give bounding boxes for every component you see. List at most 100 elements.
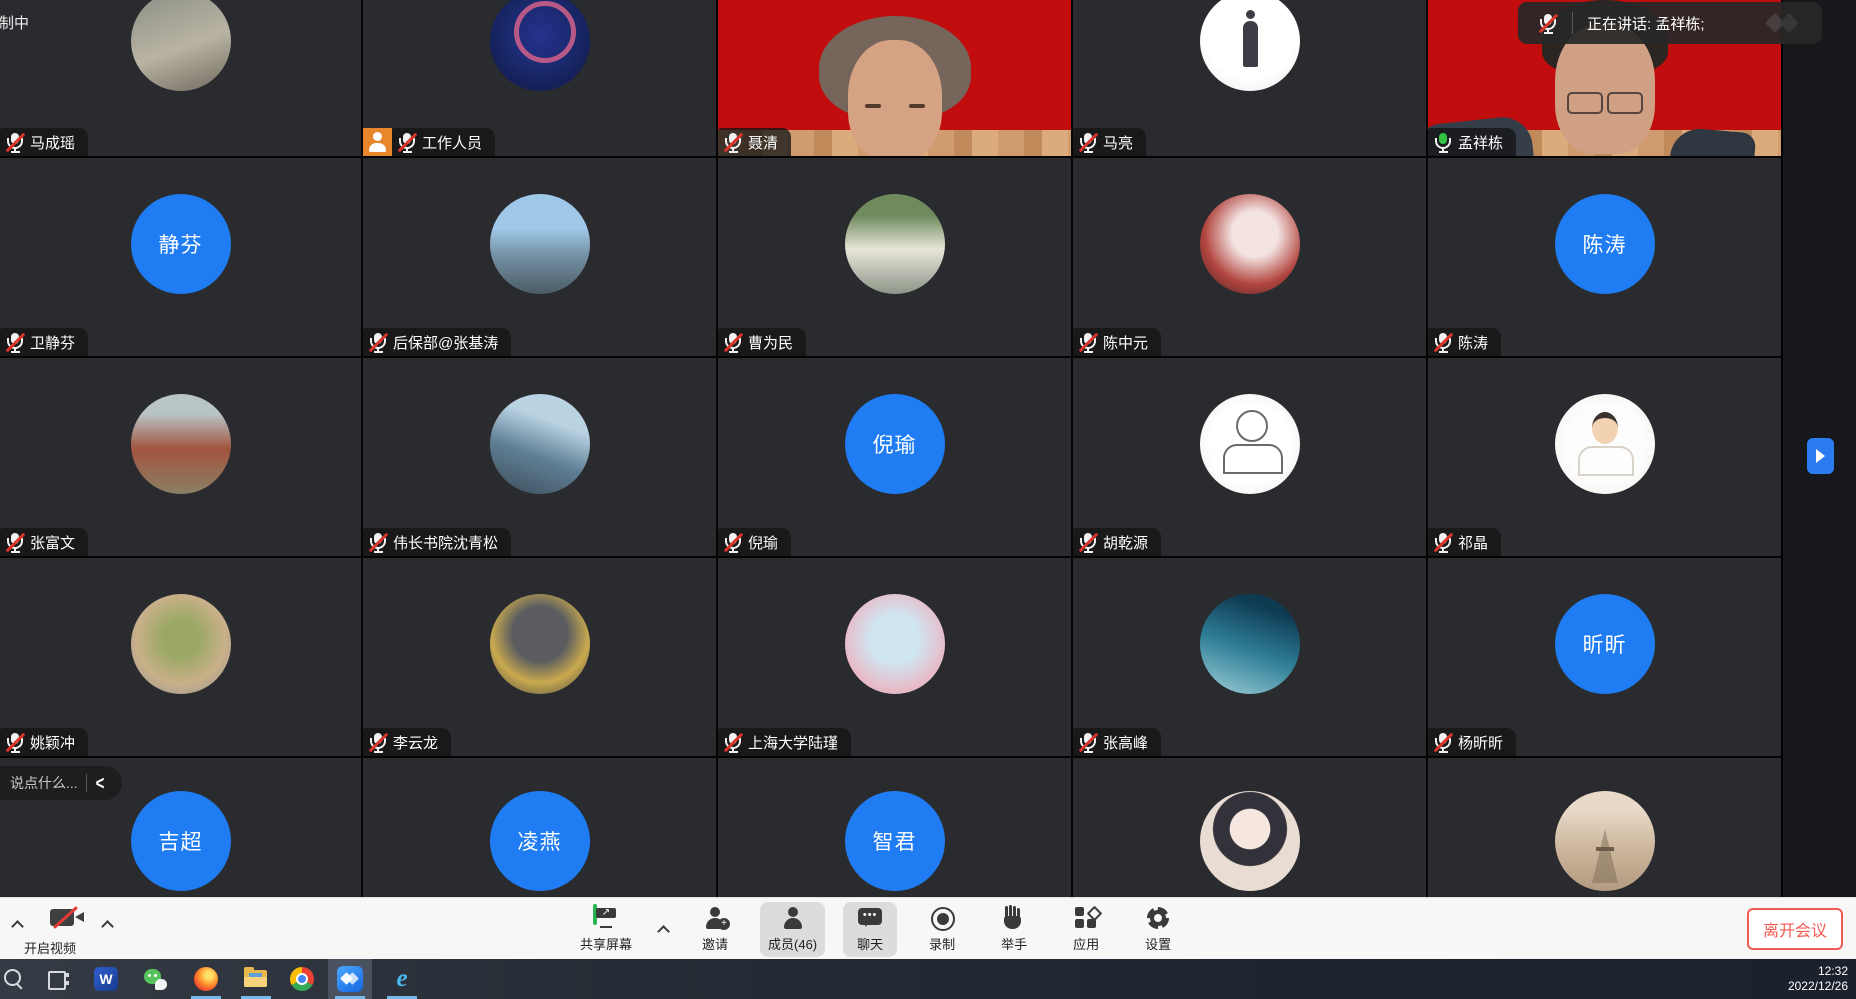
participant-label: 伟长书院沈青松 [363, 528, 511, 556]
participant-label: 后保部@张基涛 [363, 328, 511, 356]
divider [86, 774, 87, 792]
participant-avatar: 凌燕 [490, 791, 590, 891]
participant-tile-陈涛[interactable]: 陈涛 陈涛 [1428, 158, 1781, 356]
participant-tile-后保部@张基涛[interactable]: 后保部@张基涛 [363, 158, 716, 356]
share-button[interactable]: ↗ 共享屏幕 [572, 902, 640, 957]
mic-options-caret-icon[interactable] [12, 918, 24, 930]
participant-tile-聂清[interactable]: 聂清 [718, 0, 1071, 156]
participant-name: 孟祥栋 [1458, 132, 1503, 153]
participant-tile[interactable] [1073, 758, 1426, 897]
name-pill: 陈涛 [1428, 328, 1501, 356]
avatar-initials: 静芬 [159, 229, 203, 259]
name-pill: 胡乾源 [1073, 528, 1161, 556]
participant-tile-张富文[interactable]: 张富文 [0, 358, 361, 556]
participant-tile-卫静芬[interactable]: 静芬 卫静芬 [0, 158, 361, 356]
chat-button[interactable]: ••• 聊天 [843, 902, 897, 957]
participant-avatar [490, 594, 590, 694]
name-pill: 马亮 [1073, 128, 1146, 156]
taskbar-wechat-icon[interactable] [134, 959, 178, 999]
chat-icon: ••• [858, 908, 882, 925]
leave-meeting-button[interactable]: 离开会议 [1747, 908, 1843, 950]
participant-tile-倪瑜[interactable]: 倪瑜 倪瑜 [718, 358, 1071, 556]
participant-tile-姚颖冲[interactable]: 姚颖冲 [0, 558, 361, 756]
share-caret-icon[interactable] [658, 923, 670, 935]
participant-name: 上海大学陆瑾 [748, 732, 838, 753]
participant-avatar [131, 594, 231, 694]
participant-name: 张富文 [30, 532, 75, 553]
system-clock[interactable]: 12:32 2022/12/26 [1788, 964, 1848, 994]
mic-muted-icon [1540, 13, 1556, 34]
participant-tile-曹为民[interactable]: 曹为民 [718, 158, 1071, 356]
participant-avatar [1200, 594, 1300, 694]
taskbar-file-explorer-icon[interactable] [234, 959, 278, 999]
participant-tile-马成瑶[interactable]: 马成瑶 [0, 0, 361, 156]
mic-muted-icon [1080, 532, 1096, 553]
taskbar-chrome-icon[interactable] [280, 959, 324, 999]
avatar-photo-detail [1592, 829, 1618, 883]
mic-muted-icon [370, 732, 386, 753]
participant-avatar: 吉超 [131, 791, 231, 891]
invite-button[interactable]: + 邀请 [688, 902, 742, 957]
start-video-button[interactable] [50, 906, 86, 932]
camera-lens-icon [75, 912, 84, 922]
chat-collapse-button[interactable]: < [96, 772, 105, 794]
record-button[interactable]: 录制 [915, 902, 969, 957]
participant-tile[interactable] [1428, 758, 1781, 897]
participant-tile-胡乾源[interactable]: 胡乾源 [1073, 358, 1426, 556]
participant-tile-上海大学陆瑾[interactable]: 上海大学陆瑾 [718, 558, 1071, 756]
taskbar-firefox-icon[interactable] [184, 959, 228, 999]
mic-muted-icon [725, 532, 741, 553]
participant-name: 祁晶 [1458, 532, 1488, 553]
avatar-initials: 陈涛 [1583, 229, 1627, 259]
tray-time: 12:32 [1788, 964, 1848, 979]
members-button[interactable]: 成员(46) [760, 902, 825, 957]
participant-label: 倪瑜 [718, 528, 791, 556]
participant-tile[interactable]: 凌燕 [363, 758, 716, 897]
start-video-label[interactable]: 开启视频 [24, 938, 76, 957]
participant-name: 曹为民 [748, 332, 793, 353]
tray-date: 2022/12/26 [1788, 979, 1848, 994]
participant-avatar: 陈涛 [1555, 194, 1655, 294]
participant-grid: 马成瑶 工作人员 [0, 0, 1781, 897]
meeting-logo-watermark [1762, 11, 1806, 35]
settings-button[interactable]: 设置 [1131, 902, 1185, 957]
participant-label: 马成瑶 [0, 128, 88, 156]
taskbar-word-icon[interactable]: W [84, 959, 128, 999]
participant-avatar [1200, 0, 1300, 91]
participant-name: 陈中元 [1103, 332, 1148, 353]
participant-tile-张高峰[interactable]: 张高峰 [1073, 558, 1426, 756]
participant-tile-陈中元[interactable]: 陈中元 [1073, 158, 1426, 356]
avatar-initials: 智君 [873, 826, 917, 856]
apps-button[interactable]: 应用 [1059, 902, 1113, 957]
mic-muted-icon [1435, 532, 1451, 553]
participant-tile-马亮[interactable]: 马亮 [1073, 0, 1426, 156]
name-pill: 姚颖冲 [0, 728, 88, 756]
participant-name: 倪瑜 [748, 532, 778, 553]
speaking-banner: 正在讲话: 孟祥栋; [1518, 2, 1822, 44]
expand-panel-button[interactable] [1807, 438, 1834, 474]
toolbar-button-label: 邀请 [702, 934, 728, 953]
participant-avatar [490, 194, 590, 294]
participant-avatar [845, 594, 945, 694]
participant-avatar [1555, 394, 1655, 494]
participant-tile[interactable]: 智君 [718, 758, 1071, 897]
name-pill: 陈中元 [1073, 328, 1161, 356]
taskbar-task-view-icon[interactable] [36, 959, 80, 999]
participant-tile-伟长书院沈青松[interactable]: 伟长书院沈青松 [363, 358, 716, 556]
chat-quick-input[interactable]: 说点什么... < [0, 766, 122, 800]
taskbar-meeting-icon[interactable] [328, 959, 372, 999]
participant-avatar [131, 394, 231, 494]
hand-button[interactable]: 举手 [987, 902, 1041, 957]
taskbar-search-icon[interactable] [0, 959, 36, 999]
participant-label: 杨昕昕 [1428, 728, 1516, 756]
toolbar-button-label: 设置 [1145, 934, 1171, 953]
toolbar-button-label: 应用 [1073, 934, 1099, 953]
participant-tile-李云龙[interactable]: 李云龙 [363, 558, 716, 756]
participant-tile-杨昕昕[interactable]: 昕昕 杨昕昕 [1428, 558, 1781, 756]
participant-tile-工作人员[interactable]: 工作人员 [363, 0, 716, 156]
taskbar-ie-icon[interactable]: e [380, 959, 424, 999]
video-options-caret-icon[interactable] [102, 918, 114, 930]
participant-tile-祁晶[interactable]: 祁晶 [1428, 358, 1781, 556]
mic-muted-icon [1435, 332, 1451, 353]
participant-label: 陈涛 [1428, 328, 1501, 356]
